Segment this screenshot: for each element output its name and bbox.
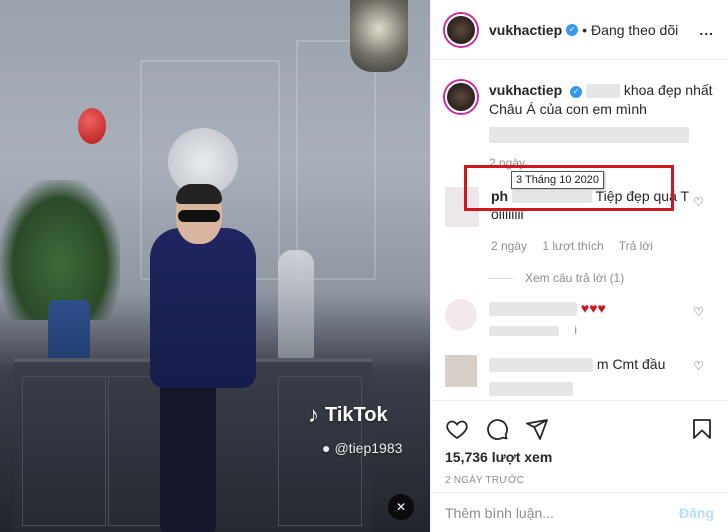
plant [0, 180, 120, 320]
tiktok-icon: ♪ [308, 402, 319, 427]
tiktok-watermark: ♪ TikTok [308, 402, 388, 428]
post-video[interactable]: ♪ TikTok ● @tiep1983 ✕ [0, 0, 430, 532]
reply-button[interactable]: Trả lời [619, 239, 653, 253]
blurred-text [489, 358, 593, 373]
caption-username[interactable]: vukhactiep [489, 82, 562, 98]
comment-input[interactable] [445, 504, 679, 521]
blurred-text [512, 191, 592, 204]
timestamp-tooltip: 3 Tháng 10 2020 [511, 171, 604, 189]
comment-likes[interactable]: 1 lượt thích [542, 239, 603, 253]
blurred-text [489, 127, 689, 144]
tiktok-brand: TikTok [325, 403, 388, 426]
comment-time[interactable]: 2 ngày [491, 239, 527, 253]
like-comment-icon[interactable]: ♡ [693, 305, 704, 319]
more-options-icon[interactable]: ... [699, 22, 714, 38]
add-comment-bar: Đăng [431, 492, 728, 532]
comment-icon[interactable] [485, 417, 509, 441]
comment-text: ♥♥♥ [580, 300, 606, 316]
tiktok-username: @tiep1983 [334, 440, 403, 456]
post-actions: 15,736 lượt xem 2 NGÀY TRƯỚC [431, 400, 728, 486]
post-date[interactable]: 2 NGÀY TRƯỚC [445, 475, 714, 486]
comment-username[interactable]: ph [491, 188, 508, 204]
post-comment-button[interactable]: Đăng [679, 505, 714, 521]
view-count[interactable]: 15,736 lượt xem [445, 449, 714, 465]
comment-item: ♥♥♥ i ♡ [431, 299, 728, 339]
verified-badge-icon: ✓ [566, 23, 579, 36]
comment-text: m Cmt đầu [596, 356, 666, 372]
mute-button[interactable]: ✕ [388, 494, 414, 520]
wall-panel [296, 40, 376, 280]
blurred-text [489, 302, 577, 317]
blurred-text [585, 84, 620, 99]
like-comment-icon[interactable]: ♡ [693, 359, 704, 373]
bookmark-icon[interactable] [690, 417, 714, 441]
lamp [350, 0, 408, 72]
view-replies-button[interactable]: Xem câu trả lời (1) [489, 271, 728, 285]
post-sidebar: vukhactiep ✓ • Đang theo dõi ... vukhact… [430, 0, 728, 532]
comment-sub: i [574, 323, 578, 337]
person-body [150, 228, 256, 388]
comment-avatar[interactable] [445, 187, 479, 227]
comment-item: ph Tiệp đẹp quá T ôiiiiiiii 2 ngày 1 lượ… [431, 187, 728, 255]
share-icon[interactable] [525, 417, 549, 441]
blurred-text [489, 325, 559, 336]
follow-status-button[interactable]: Đang theo dõi [591, 22, 678, 38]
replies-divider [489, 277, 513, 279]
person-hair [176, 184, 222, 204]
person-legs [160, 370, 216, 532]
comments-list[interactable]: vukhactiep ✓ khoa đẹp nhất Châu Á của co… [431, 61, 728, 399]
comment-item: m Cmt đầu ♡ [431, 355, 728, 397]
tiktok-user-watermark: ● @tiep1983 [322, 440, 402, 456]
trophy [278, 250, 314, 360]
cabinet-door [22, 376, 106, 526]
user-icon: ● [322, 440, 331, 456]
post-header: vukhactiep ✓ • Đang theo dõi ... [431, 0, 728, 60]
verified-badge-icon: ✓ [570, 86, 583, 98]
view-replies-label: Xem câu trả lời (1) [525, 271, 625, 285]
red-ornament [78, 108, 106, 144]
like-comment-icon[interactable]: ♡ [693, 195, 704, 209]
separator-dot: • [582, 21, 588, 38]
caption-time[interactable]: 2 ngày [489, 156, 525, 170]
speaker-muted-icon: ✕ [395, 500, 407, 514]
post-caption: vukhactiep ✓ khoa đẹp nhất Châu Á của co… [431, 61, 728, 173]
blurred-text [489, 382, 573, 397]
sunglasses [178, 210, 220, 222]
author-avatar[interactable] [445, 13, 477, 46]
like-icon[interactable] [445, 417, 469, 441]
author-username[interactable]: vukhactiep [489, 22, 562, 38]
caption-avatar[interactable] [445, 81, 477, 113]
instagram-post-view: ♪ TikTok ● @tiep1983 ✕ vukhactiep ✓ • Đa… [0, 0, 728, 532]
comment-avatar[interactable] [445, 355, 477, 387]
comment-avatar[interactable] [445, 299, 477, 331]
